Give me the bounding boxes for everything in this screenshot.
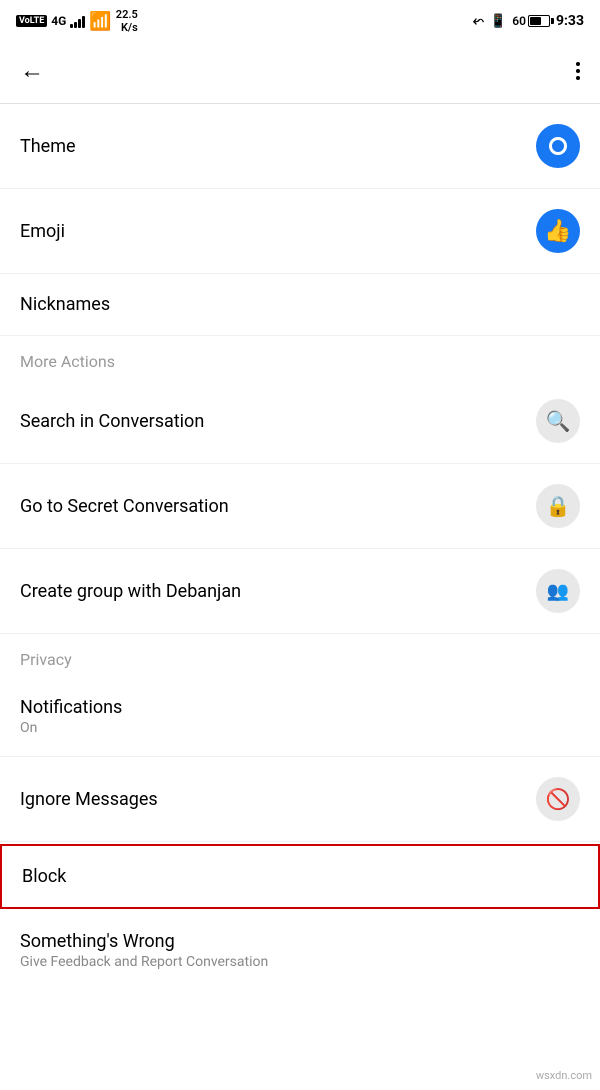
menu-item-create-group[interactable]: Create group with Debanjan 👥 — [0, 549, 600, 634]
thumbs-up-icon: 👍 — [544, 219, 571, 244]
phone-icon: 📱 — [490, 14, 506, 29]
lock-icon-circle: 🔒 — [536, 484, 580, 528]
ignore-messages-label: Ignore Messages — [20, 789, 158, 810]
theme-icon — [536, 124, 580, 168]
create-group-label: Create group with Debanjan — [20, 581, 241, 602]
ignore-icon: 🚫 — [546, 787, 571, 811]
battery-icon — [528, 15, 550, 27]
menu-item-notifications[interactable]: Notifications On — [0, 677, 600, 757]
watermark: wsxdn.com — [536, 1069, 592, 1082]
status-left: VoLTE 4G 📶 22.5 K/s — [16, 8, 138, 34]
battery-percent: 60 — [512, 14, 526, 28]
nicknames-label-group: Nicknames — [20, 294, 110, 315]
more-menu-button[interactable] — [572, 58, 584, 84]
block-label: Block — [22, 866, 66, 887]
battery-fill — [530, 17, 541, 25]
theme-label-group: Theme — [20, 136, 76, 157]
top-nav: ← — [0, 40, 600, 104]
menu-list: Theme Emoji 👍 Nicknames More Actions Sea… — [0, 104, 600, 990]
menu-item-nicknames[interactable]: Nicknames — [0, 274, 600, 336]
menu-item-theme[interactable]: Theme — [0, 104, 600, 189]
wifi-icon: 📶 — [89, 11, 111, 32]
menu-item-ignore-messages[interactable]: Ignore Messages 🚫 — [0, 757, 600, 842]
emoji-label: Emoji — [20, 221, 65, 242]
data-speed: 22.5 K/s — [116, 8, 138, 34]
block-label-group: Block — [22, 866, 66, 887]
signal-bars — [70, 14, 85, 28]
theme-dot — [549, 137, 567, 155]
emoji-label-group: Emoji — [20, 221, 65, 242]
menu-item-somethings-wrong[interactable]: Something's Wrong Give Feedback and Repo… — [0, 911, 600, 990]
group-icon-circle: 👥 — [536, 569, 580, 613]
somethings-wrong-sublabel: Give Feedback and Report Conversation — [20, 954, 268, 970]
search-icon-circle: 🔍 — [536, 399, 580, 443]
volte-badge: VoLTE — [16, 15, 47, 27]
status-bar: VoLTE 4G 📶 22.5 K/s ⬿ 📱 60 9:33 — [0, 0, 600, 40]
more-dot-3 — [576, 76, 580, 80]
notifications-status: On — [20, 720, 122, 736]
secret-conversation-label-group: Go to Secret Conversation — [20, 496, 229, 517]
create-group-label-group: Create group with Debanjan — [20, 581, 241, 602]
ignore-icon-circle: 🚫 — [536, 777, 580, 821]
network-type: 4G — [51, 14, 66, 28]
search-conversation-label: Search in Conversation — [20, 411, 204, 432]
menu-item-emoji[interactable]: Emoji 👍 — [0, 189, 600, 274]
secret-conversation-label: Go to Secret Conversation — [20, 496, 229, 517]
privacy-header: Privacy — [0, 634, 600, 677]
more-dot-1 — [576, 62, 580, 66]
ignore-messages-label-group: Ignore Messages — [20, 789, 158, 810]
somethings-wrong-label-group: Something's Wrong Give Feedback and Repo… — [20, 931, 268, 970]
search-conversation-label-group: Search in Conversation — [20, 411, 204, 432]
status-right: ⬿ 📱 60 9:33 — [473, 13, 584, 29]
more-actions-header: More Actions — [0, 336, 600, 379]
battery-container: 60 — [512, 14, 550, 28]
lock-icon: 🔒 — [546, 494, 571, 518]
theme-label: Theme — [20, 136, 76, 157]
nicknames-label: Nicknames — [20, 294, 110, 315]
bluetooth-icon: ⬿ — [473, 13, 484, 29]
time-display: 9:33 — [556, 13, 584, 29]
notifications-label: Notifications — [20, 697, 122, 718]
back-button[interactable]: ← — [16, 52, 48, 89]
search-icon: 🔍 — [546, 409, 571, 433]
somethings-wrong-label: Something's Wrong — [20, 931, 268, 952]
menu-item-block[interactable]: Block — [0, 844, 600, 909]
menu-item-search-conversation[interactable]: Search in Conversation 🔍 — [0, 379, 600, 464]
notifications-label-group: Notifications On — [20, 697, 122, 736]
more-dot-2 — [576, 69, 580, 73]
emoji-icon: 👍 — [536, 209, 580, 253]
group-icon: 👥 — [547, 581, 569, 602]
menu-item-secret-conversation[interactable]: Go to Secret Conversation 🔒 — [0, 464, 600, 549]
